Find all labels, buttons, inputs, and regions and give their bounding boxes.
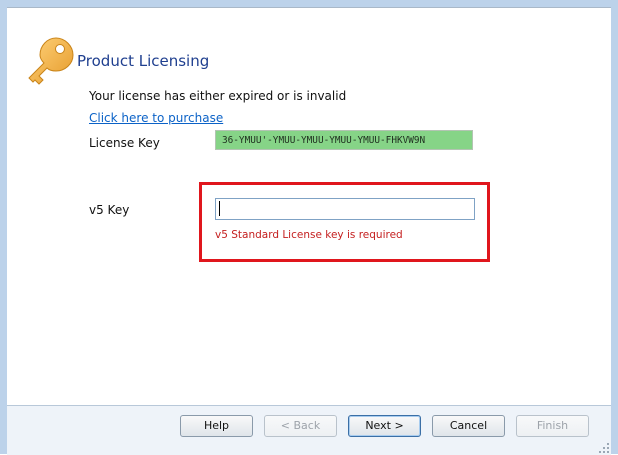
button-bar: Help < Back Next > Cancel Finish bbox=[7, 405, 611, 455]
window-frame-right bbox=[611, 0, 618, 454]
help-button[interactable]: Help bbox=[180, 415, 253, 437]
purchase-link[interactable]: Click here to purchase bbox=[89, 111, 223, 125]
license-key-label: License Key bbox=[89, 136, 160, 150]
cancel-button[interactable]: Cancel bbox=[432, 415, 505, 437]
page-title: Product Licensing bbox=[77, 52, 210, 70]
v5-key-label: v5 Key bbox=[89, 203, 130, 217]
v5-key-error: v5 Standard License key is required bbox=[215, 229, 403, 241]
window-frame-top bbox=[0, 0, 618, 7]
v5-key-input[interactable] bbox=[215, 198, 475, 220]
highlight-annotation-box bbox=[199, 182, 490, 262]
wizard-page: Product Licensing Your license has eithe… bbox=[7, 7, 611, 406]
back-button[interactable]: < Back bbox=[264, 415, 337, 437]
license-key-field[interactable]: 36-YMUU'-YMUU-YMUU-YMUU-YMUU-FHKVW9N bbox=[215, 130, 473, 150]
status-message: Your license has either expired or is in… bbox=[89, 89, 347, 103]
resize-grip-icon[interactable] bbox=[598, 442, 610, 454]
finish-button[interactable]: Finish bbox=[516, 415, 589, 437]
text-cursor bbox=[219, 201, 220, 216]
key-icon bbox=[27, 34, 77, 88]
next-button[interactable]: Next > bbox=[348, 415, 421, 437]
window-frame-left bbox=[0, 0, 7, 454]
